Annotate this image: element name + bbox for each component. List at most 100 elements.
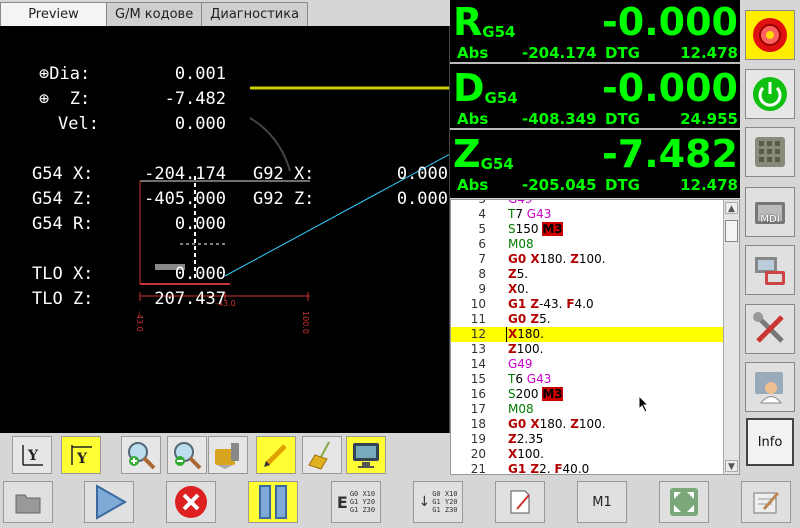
gcode-line[interactable]: 12 X180. [451, 327, 726, 342]
gcode-line[interactable]: 4 T7 G43 [451, 207, 726, 222]
stop-button[interactable] [166, 481, 216, 523]
auto-mode-button[interactable] [745, 245, 795, 295]
gcode-line-number: 10 [470, 297, 486, 311]
gcode-token: S [508, 387, 516, 401]
edit-pen-button[interactable] [256, 436, 296, 474]
dia-icon: ⊕ [39, 64, 50, 84]
g92z-label: G92 Z: [253, 189, 315, 209]
scroll-up-icon[interactable]: ▲ [725, 202, 738, 214]
gcode-token: 200 [515, 387, 543, 401]
gcode-token: 180. [539, 417, 571, 431]
gcode-line-text: X0. [508, 282, 529, 297]
gcode-line-text: X100. [508, 447, 544, 462]
step-button[interactable]: E G0 X10 G1 Y20 G1 Z30 [331, 481, 381, 523]
estop-button[interactable] [745, 10, 795, 60]
gcode-token: 2. [539, 462, 555, 475]
gcode-line-text: G0 X180. Z100. [508, 417, 606, 432]
dro-r-dtg-label: DTG [605, 44, 640, 62]
power-button[interactable] [745, 69, 795, 119]
fullscreen-button[interactable] [659, 481, 709, 523]
gcode-line-text: G0 X180. Z100. [508, 252, 606, 267]
dro-r-value: -0.000 [602, 0, 738, 44]
gcode-line[interactable]: 18 G0 X180. Z100. [451, 417, 726, 432]
optional-stop-button[interactable]: M1 [577, 481, 627, 523]
gcode-line[interactable]: 10 G1 Z-43. F4.0 [451, 297, 726, 312]
broom-icon [308, 441, 330, 470]
gcode-line[interactable]: 19 Z2.35 [451, 432, 726, 447]
gcode-token: 4.0 [574, 297, 594, 311]
gcode-line[interactable]: 6 M08 [451, 237, 726, 252]
gcode-token: 6 [515, 372, 527, 386]
gcode-token: 150 [515, 222, 543, 236]
gcode-line[interactable]: 16 S200 M3 [451, 387, 726, 402]
gcode-listing[interactable]: 3 G49 4 T7 G43 5 S150 M3 6 M08 7 G0 X180. Z100. 8 Z… [450, 199, 740, 475]
tab-gm-codes[interactable]: G/M кодове [106, 2, 203, 26]
gcode-line-number: 4 [478, 207, 486, 221]
toolpath-preview[interactable]: -43.0 100.0 -43.0 ⊕Dia: 0.001 ⊕ Z: -7.48… [0, 26, 450, 433]
gcode-line[interactable]: 8 Z5. [451, 267, 726, 282]
gcode-line-number: 14 [470, 357, 486, 371]
gcode-line-number: 15 [470, 372, 486, 386]
zoom-in-button[interactable] [121, 436, 161, 474]
home-all-button[interactable] [745, 127, 795, 177]
gcode-token: G43 [526, 372, 552, 386]
gcode-line-number: 9 [478, 282, 486, 296]
gcode-line[interactable]: 9 X0. [451, 282, 726, 297]
view-y-button[interactable]: Y [12, 436, 52, 474]
dro-row-z: ZG54 -7.482 Abs -205.045 DTG 12.478 [450, 132, 740, 196]
tool-settings-button[interactable] [745, 304, 795, 354]
gcode-line[interactable]: 21 G1 Z2. F40.0 [451, 462, 726, 475]
gcode-line[interactable]: 11 G0 Z5. [451, 312, 726, 327]
user-button[interactable] [745, 362, 795, 412]
gcode-line[interactable]: 13 Z100. [451, 342, 726, 357]
gcode-line-number: 6 [478, 237, 486, 251]
gcode-line-number: 13 [470, 342, 486, 356]
gcode-line[interactable]: 7 G0 X180. Z100. [451, 252, 726, 267]
dro-d-dtg-label: DTG [605, 110, 640, 128]
info-button[interactable]: Info [746, 418, 794, 466]
gcode-token: X [508, 282, 518, 296]
gcode-line[interactable]: 3 G49 [451, 200, 726, 207]
gcode-scrollbar[interactable]: ▲ ▼ [723, 200, 739, 474]
dro-z-dtg-label: DTG [605, 176, 640, 194]
z-label: Z: [69, 89, 91, 109]
gcode-token: G49 [508, 357, 533, 371]
edit-document-icon [510, 490, 530, 514]
pause-button[interactable] [248, 481, 298, 523]
gcode-line[interactable]: 20 X100. [451, 447, 726, 462]
gcode-token: -43. [539, 297, 567, 311]
dia-value: 0.001 [174, 64, 226, 84]
gcode-line[interactable]: 17 M08 [451, 402, 726, 417]
view-y-icon: Y [22, 445, 43, 466]
tab-diagnostics[interactable]: Диагностика [201, 2, 309, 26]
mouse-cursor-icon [638, 395, 650, 413]
notes-button[interactable] [741, 481, 791, 523]
mdi-button[interactable]: MDI [745, 187, 795, 237]
pencil-icon [264, 444, 287, 467]
dro-z-dtg-value: 12.478 [680, 176, 738, 194]
tab-preview[interactable]: Preview [0, 2, 107, 26]
tloz-label: TLO Z: [32, 289, 94, 309]
edit-program-button[interactable] [495, 481, 545, 523]
open-file-button[interactable] [3, 481, 53, 523]
tool-view-button[interactable] [208, 436, 248, 474]
gcode-token: G0 X [508, 252, 540, 266]
gcode-line[interactable]: 5 S150 M3 [451, 222, 726, 237]
g92z-value: 0.000 [396, 189, 448, 209]
vel-label: Vel: [58, 114, 99, 134]
scroll-thumb[interactable] [725, 220, 738, 242]
view-y-rotated-button[interactable]: Y [61, 436, 101, 474]
dro-row-r: RG54 -0.000 Abs -204.174 DTG 12.478 [450, 0, 740, 64]
run-from-line-button[interactable]: ↓ G0 X10 G1 Y20 G1 Z30 [413, 481, 463, 523]
fullscreen-icon [670, 488, 698, 516]
estop-icon [753, 18, 787, 52]
zoom-out-button[interactable] [167, 436, 207, 474]
display-button[interactable] [346, 436, 386, 474]
gcode-line-text: M08 [508, 402, 534, 417]
gcode-line[interactable]: 14 G49 [451, 357, 726, 372]
gcode-line-text: T6 G43 [508, 372, 551, 387]
scroll-down-icon[interactable]: ▼ [725, 460, 738, 472]
gcode-line[interactable]: 15 T6 G43 [451, 372, 726, 387]
clear-plot-button[interactable] [302, 436, 342, 474]
run-button[interactable] [84, 481, 134, 523]
